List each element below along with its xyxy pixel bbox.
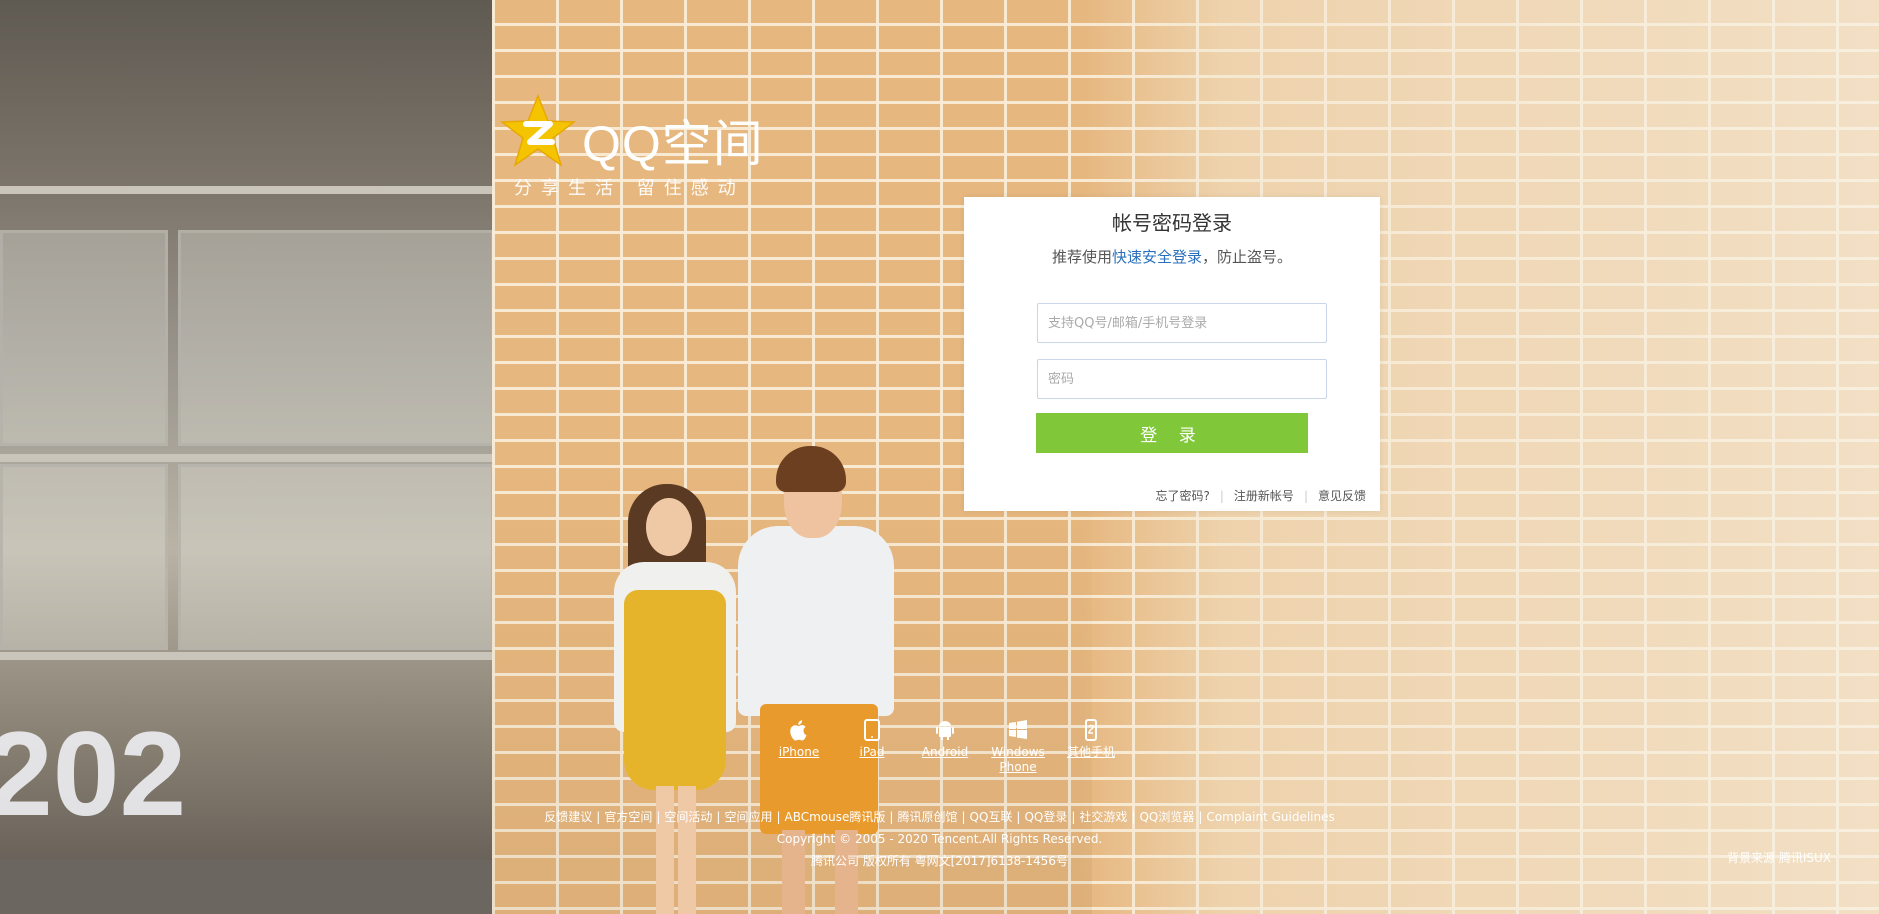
background-photo: 202 — [0, 0, 1879, 914]
footer-link[interactable]: 社交游戏 — [1079, 810, 1127, 824]
footer-link[interactable]: QQ登录 — [1024, 810, 1067, 824]
qzone-logo[interactable]: QQ空间 分享生活 留住感动 — [500, 94, 763, 204]
footer: 反馈建议 | 官方空间 | 空间活动 | 空间应用 | ABCmouse腾讯版 | 腾讯原创馆 | QQ… — [0, 806, 1879, 872]
background-credit: 背景来源 腾讯ISUX — [1727, 849, 1831, 866]
footer-separator: | — [1198, 810, 1203, 824]
footer-separator: | — [656, 810, 661, 824]
platform-label: iPhone — [778, 745, 820, 759]
footer-link[interactable]: 腾讯原创馆 — [897, 810, 957, 824]
link-separator: | — [1303, 489, 1308, 503]
feedback-link[interactable]: 意见反馈 — [1318, 489, 1366, 503]
window-pane — [0, 230, 168, 446]
platform-label: Android — [921, 745, 969, 759]
footer-links: 反馈建议 | 官方空间 | 空间活动 | 空间应用 | ABCmouse腾讯版 | 腾讯原创馆 | QQ… — [0, 806, 1879, 828]
window-pane — [178, 464, 494, 650]
login-tip-suffix: ，防止盗号。 — [1202, 248, 1293, 266]
login-panel: 帐号密码登录 推荐使用快速安全登录，防止盗号。 登 录 忘了密码? | 注册新帐号 |… — [964, 197, 1380, 511]
login-tip-prefix: 推荐使用 — [1051, 248, 1112, 266]
forgot-password-link[interactable]: 忘了密码? — [1156, 489, 1210, 503]
footer-copyright: Copyright © 2005 - 2020 Tencent.All Righ… — [776, 832, 1103, 846]
platform-ipad[interactable]: iPad — [841, 718, 903, 760]
login-button[interactable]: 登 录 — [1036, 413, 1308, 453]
password-input[interactable] — [1037, 359, 1327, 399]
window-frame — [0, 652, 492, 660]
quick-login-link[interactable]: 快速安全登录 — [1112, 248, 1202, 266]
woman-figure — [646, 498, 692, 556]
footer-separator: | — [1016, 810, 1021, 824]
window-frame — [0, 186, 492, 194]
footer-separator: | — [776, 810, 781, 824]
tablet-icon — [864, 719, 880, 741]
platform-label: iPad — [859, 745, 885, 759]
footer-link[interactable]: Complaint Guidelines — [1206, 810, 1334, 824]
window-frame — [0, 454, 492, 462]
window-pane — [0, 464, 168, 650]
phone-icon — [1085, 719, 1097, 741]
platform-windows-phone[interactable]: Windows Phone — [987, 718, 1049, 775]
android-icon — [936, 721, 954, 740]
footer-separator: | — [596, 810, 601, 824]
platform-iphone[interactable]: iPhone — [768, 718, 830, 760]
footer-link[interactable]: 官方空间 — [604, 810, 652, 824]
logo-slogan: 分享生活 留住感动 — [514, 178, 745, 199]
footer-license: 腾讯公司 版权所有 粤网文[2017]6138-1456号 — [811, 854, 1068, 868]
footer-link[interactable]: 空间活动 — [664, 810, 712, 824]
footer-separator: | — [889, 810, 894, 824]
woman-figure — [624, 590, 726, 790]
footer-separator: | — [716, 810, 721, 824]
background-credit-link[interactable]: 腾讯ISUX — [1779, 851, 1831, 865]
footer-separator: | — [1131, 810, 1136, 824]
star-logo-icon — [500, 94, 576, 167]
login-links: 忘了密码? | 注册新帐号 | 意见反馈 — [1156, 487, 1367, 504]
login-tip: 推荐使用快速安全登录，防止盗号。 — [964, 246, 1380, 267]
platform-other-phone[interactable]: 其他手机 — [1060, 718, 1122, 760]
background-building: 202 — [0, 0, 494, 914]
register-link[interactable]: 注册新帐号 — [1234, 489, 1294, 503]
login-title: 帐号密码登录 — [1112, 211, 1232, 235]
link-separator: | — [1219, 489, 1224, 503]
footer-separator: | — [961, 810, 966, 824]
platform-android[interactable]: Android — [914, 718, 976, 760]
footer-link[interactable]: QQ互联 — [970, 810, 1013, 824]
windows-icon — [1009, 720, 1027, 739]
username-input[interactable] — [1037, 303, 1327, 343]
background-credit-label: 背景来源 — [1726, 851, 1775, 865]
platform-label: Windows Phone — [991, 745, 1045, 774]
footer-link[interactable]: QQ浏览器 — [1139, 810, 1194, 824]
footer-separator: | — [1071, 810, 1076, 824]
platform-label: 其他手机 — [1066, 745, 1115, 759]
apple-icon — [790, 720, 807, 741]
footer-link[interactable]: 反馈建议 — [544, 810, 592, 824]
man-figure — [738, 526, 894, 716]
window-pane — [178, 230, 494, 446]
footer-link[interactable]: 空间应用 — [724, 810, 772, 824]
footer-link[interactable]: ABCmouse腾讯版 — [785, 810, 886, 824]
logo-text: QQ空间 — [582, 116, 764, 172]
